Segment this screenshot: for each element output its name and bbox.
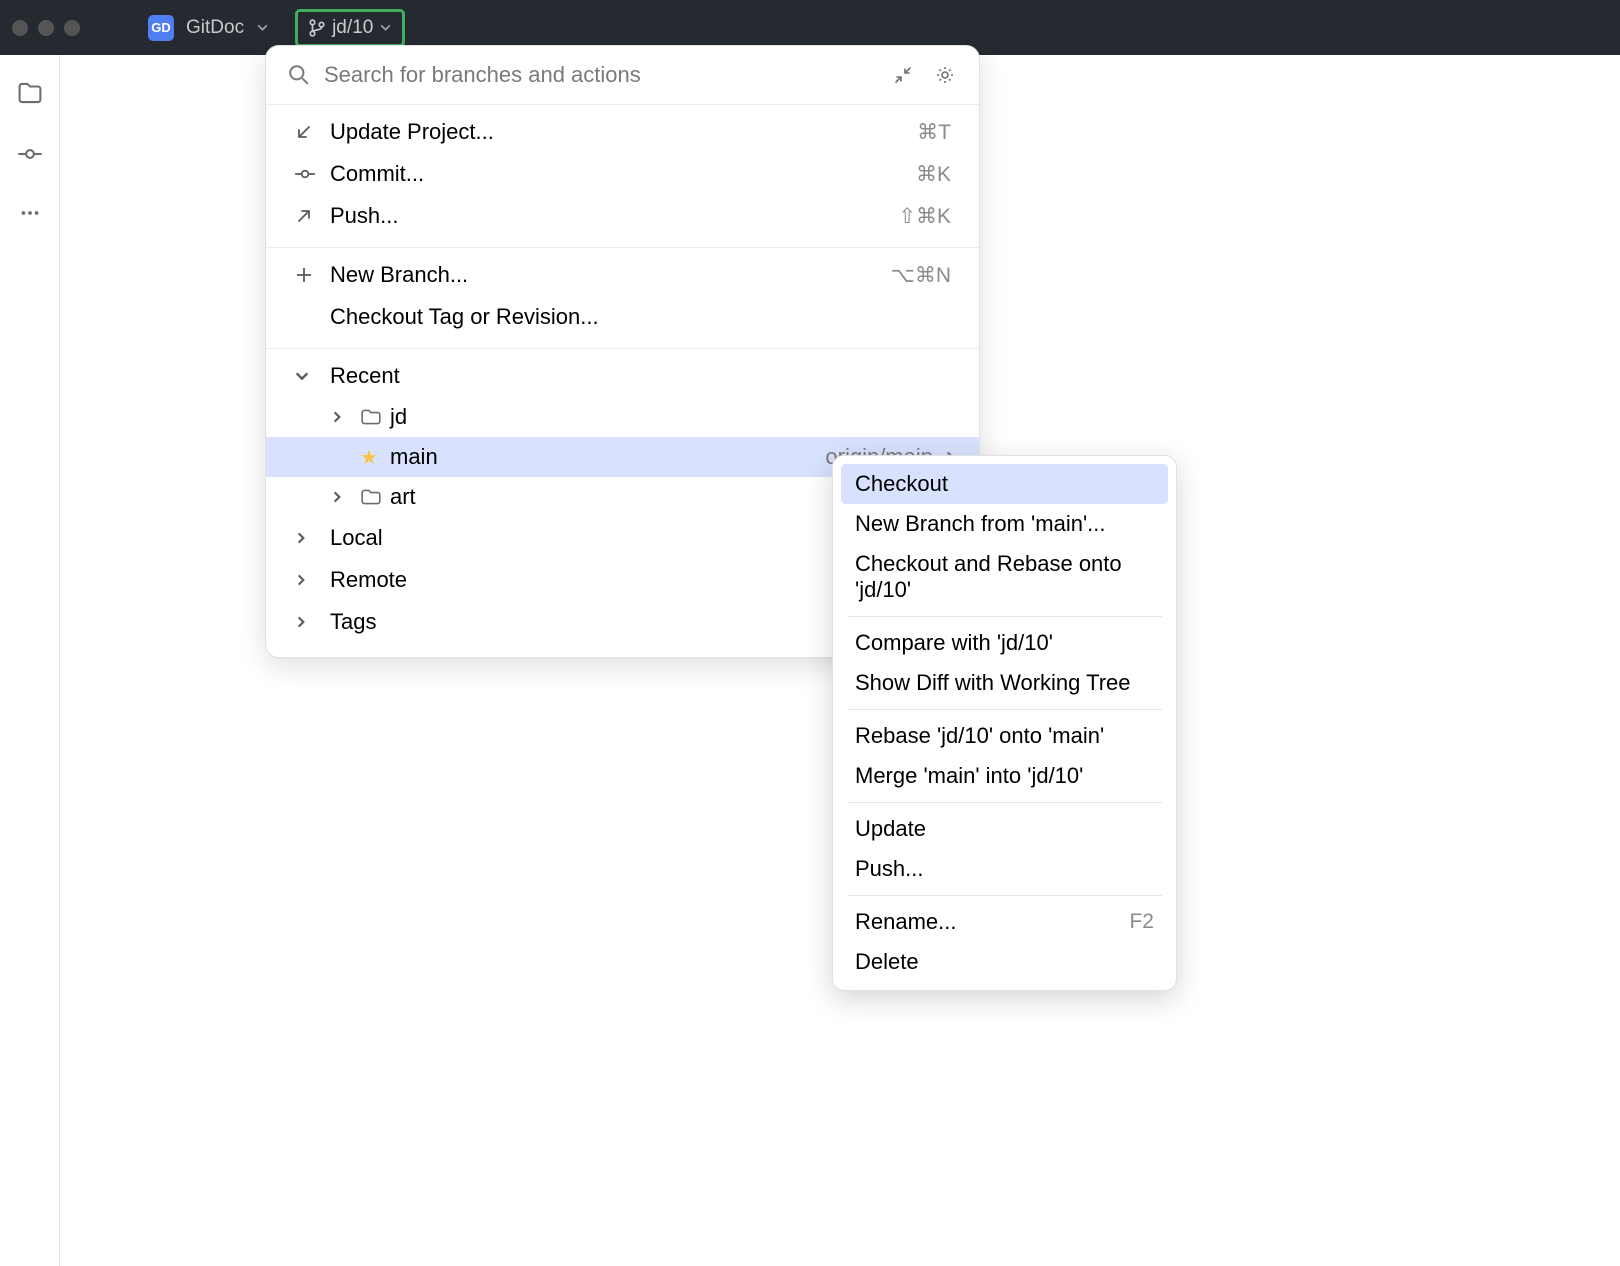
checkout-tag-action[interactable]: Checkout Tag or Revision... xyxy=(266,296,979,338)
ctx-label: Compare with 'jd/10' xyxy=(855,630,1053,656)
ctx-label: Rebase 'jd/10' onto 'main' xyxy=(855,723,1104,749)
ctx-label: Delete xyxy=(855,949,919,975)
ctx-merge[interactable]: Merge 'main' into 'jd/10' xyxy=(841,756,1168,796)
arrow-up-right-icon xyxy=(294,206,330,226)
ctx-update[interactable]: Update xyxy=(841,809,1168,849)
commit-icon[interactable] xyxy=(17,141,43,167)
shortcut-text: ⇧⌘K xyxy=(898,204,951,229)
branch-label: jd/10 xyxy=(332,17,373,39)
sidebar xyxy=(0,55,60,1266)
shortcut-text: ⌥⌘N xyxy=(891,263,951,288)
action-label: Checkout Tag or Revision... xyxy=(330,304,599,330)
folder-icon[interactable] xyxy=(17,80,43,106)
divider xyxy=(847,709,1162,710)
close-window-button[interactable] xyxy=(12,20,28,36)
ctx-compare[interactable]: Compare with 'jd/10' xyxy=(841,623,1168,663)
shortcut-text: ⌘K xyxy=(916,162,951,187)
new-branch-action[interactable]: New Branch... ⌥⌘N xyxy=(266,254,979,296)
ctx-label: Rename... xyxy=(855,909,957,935)
action-label: New Branch... xyxy=(330,262,468,288)
ctx-push[interactable]: Push... xyxy=(841,849,1168,889)
ctx-label: Update xyxy=(855,816,926,842)
ctx-delete[interactable]: Delete xyxy=(841,942,1168,982)
zoom-window-button[interactable] xyxy=(64,20,80,36)
search-input[interactable] xyxy=(324,62,879,88)
minimize-window-button[interactable] xyxy=(38,20,54,36)
branch-name: jd xyxy=(390,404,407,430)
branch-context-menu: Checkout New Branch from 'main'... Check… xyxy=(832,455,1177,991)
recent-group[interactable]: Recent xyxy=(266,355,979,397)
chevron-right-icon xyxy=(294,615,330,629)
divider xyxy=(847,616,1162,617)
folder-icon xyxy=(360,486,390,508)
branch-icon xyxy=(308,19,326,37)
collapse-icon[interactable] xyxy=(893,65,913,85)
window-controls xyxy=(12,20,80,36)
update-project-action[interactable]: Update Project... ⌘T xyxy=(266,111,979,153)
app-name[interactable]: GitDoc xyxy=(186,17,244,39)
branch-name: art xyxy=(390,484,416,510)
group-label: Tags xyxy=(330,609,376,635)
search-row xyxy=(266,46,979,105)
ctx-label: New Branch from 'main'... xyxy=(855,511,1105,537)
plus-icon xyxy=(294,265,330,285)
group-label: Local xyxy=(330,525,383,551)
ctx-rename[interactable]: Rename... F2 xyxy=(841,902,1168,942)
ctx-checkout[interactable]: Checkout xyxy=(841,464,1168,504)
folder-icon xyxy=(360,406,390,428)
chevron-right-icon xyxy=(294,531,330,545)
ctx-label: Show Diff with Working Tree xyxy=(855,670,1131,696)
search-icon xyxy=(288,64,310,86)
group-label: Recent xyxy=(330,363,400,389)
chevron-down-icon xyxy=(294,368,330,384)
star-icon: ★ xyxy=(360,445,390,470)
branch-name: main xyxy=(390,444,438,470)
chevron-right-icon xyxy=(294,573,330,587)
action-label: Update Project... xyxy=(330,119,494,145)
ctx-label: Push... xyxy=(855,856,923,882)
divider xyxy=(847,895,1162,896)
ctx-label: Merge 'main' into 'jd/10' xyxy=(855,763,1083,789)
commit-action[interactable]: Commit... ⌘K xyxy=(266,153,979,195)
action-label: Push... xyxy=(330,203,398,229)
ctx-label: Checkout and Rebase onto 'jd/10' xyxy=(855,551,1154,603)
divider xyxy=(847,802,1162,803)
shortcut-text: F2 xyxy=(1129,910,1154,934)
chevron-right-icon xyxy=(330,490,360,504)
app-badge: GD xyxy=(148,15,174,41)
chevron-right-icon xyxy=(330,410,360,424)
branch-selector[interactable]: jd/10 xyxy=(295,9,405,47)
arrow-down-left-icon xyxy=(294,122,330,142)
ctx-new-branch-from[interactable]: New Branch from 'main'... xyxy=(841,504,1168,544)
ctx-checkout-rebase[interactable]: Checkout and Rebase onto 'jd/10' xyxy=(841,544,1168,610)
group-label: Remote xyxy=(330,567,407,593)
action-label: Commit... xyxy=(330,161,424,187)
ctx-rebase[interactable]: Rebase 'jd/10' onto 'main' xyxy=(841,716,1168,756)
ctx-label: Checkout xyxy=(855,471,948,497)
app-badge-text: GD xyxy=(151,20,171,35)
branch-item-jd[interactable]: jd xyxy=(266,397,979,437)
gear-icon[interactable] xyxy=(935,65,955,85)
shortcut-text: ⌘T xyxy=(917,120,951,145)
ctx-show-diff[interactable]: Show Diff with Working Tree xyxy=(841,663,1168,703)
push-action[interactable]: Push... ⇧⌘K xyxy=(266,195,979,237)
more-icon[interactable] xyxy=(19,202,41,224)
chevron-down-icon xyxy=(379,21,392,34)
chevron-down-icon[interactable] xyxy=(256,21,269,34)
commit-icon xyxy=(294,163,330,185)
